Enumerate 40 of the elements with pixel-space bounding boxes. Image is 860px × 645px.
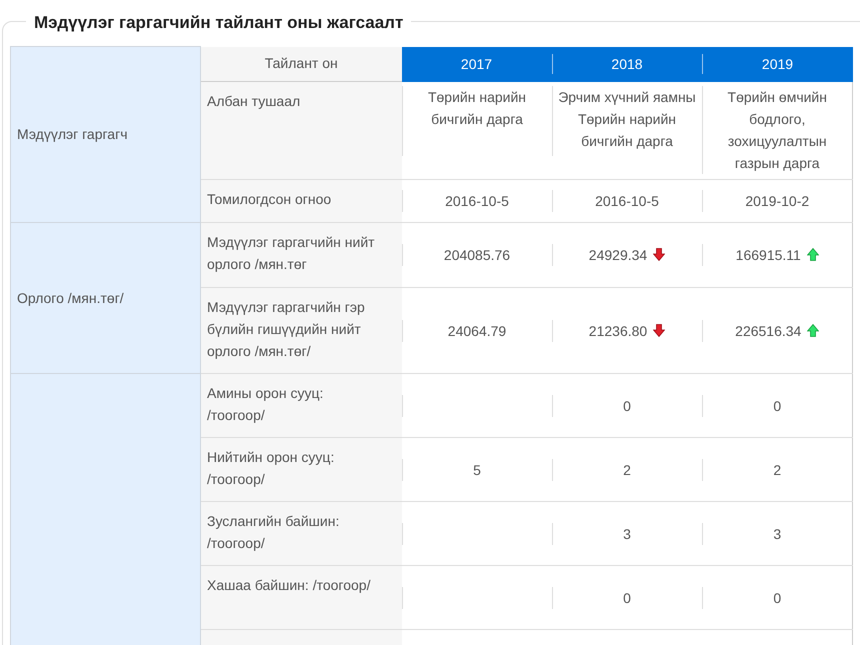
header-label-cell: Тайлант он bbox=[200, 46, 402, 82]
up-arrow-icon bbox=[807, 324, 820, 336]
year-header-cell: 2018 bbox=[552, 46, 702, 82]
value-text: 226516.34 bbox=[735, 322, 802, 338]
up-arrow-icon bbox=[806, 248, 819, 261]
value-text: 3 bbox=[623, 526, 631, 542]
value-text: 3 bbox=[773, 526, 782, 542]
group-cell: Орлого /мян.төг/ bbox=[10, 222, 200, 374]
row-label-cell: Зуслангийн байшин: /тоогоор/ bbox=[200, 502, 402, 566]
section-title: Мэдүүлэг гаргагчийн тайлант оны жагсаалт bbox=[26, 13, 412, 32]
value-text: 24064.79 bbox=[448, 322, 506, 338]
row-label-cell: Томилогдсон огноо bbox=[200, 180, 402, 222]
value-text: 0 bbox=[623, 398, 631, 414]
value-text: 0 bbox=[773, 590, 782, 606]
row-label-cell: Албан тушаал bbox=[200, 82, 402, 180]
down-arrow-icon bbox=[653, 248, 666, 261]
row-label-cell: Амины орон сууц: /тоогоор/ bbox=[200, 374, 402, 438]
position-text: Эрчим хүчний яамны Төрийн нарийн бичгийн дарга bbox=[558, 88, 696, 148]
row-label-cell: Хашаа байшин: /тоогоор/ bbox=[200, 566, 402, 630]
row-label-cell: Мэдүүлэг гаргагчийн гэр бүлийн гишүүдийн нийт орлого /мян.төг/ bbox=[200, 288, 402, 374]
value-text: 5 bbox=[473, 462, 481, 478]
position-text: Төрийн өмчийн бодлого, зохицуулалтын газрын дарга bbox=[728, 88, 827, 170]
row-label-cell: Нийтийн орон сууц: /тоогоор/ bbox=[200, 438, 402, 502]
down-arrow-icon bbox=[653, 324, 666, 336]
year-header-cell: 2019 bbox=[702, 46, 852, 82]
value-text: 2016-10-5 bbox=[445, 193, 509, 209]
value-text: 166915.11 bbox=[736, 247, 801, 263]
row-label-cell: Мэдүүлэг гаргагчийн нийт орлого /мян.төг bbox=[200, 222, 402, 288]
value-text: 2 bbox=[623, 462, 631, 478]
position-text: Төрийн нарийн бичгийн дарга bbox=[428, 88, 526, 126]
value-text: 24929.34 bbox=[588, 247, 648, 263]
value-text: 0 bbox=[773, 398, 782, 414]
value-text: 2019-10-2 bbox=[745, 193, 810, 209]
value-text: 2016-10-5 bbox=[595, 193, 659, 209]
value-text: 2 bbox=[773, 462, 782, 478]
value-text: 21236.80 bbox=[588, 322, 648, 338]
value-text: 204085.76 bbox=[444, 247, 510, 263]
year-header-cell: 2017 bbox=[402, 46, 552, 82]
group-cell: Мэдүүлэг гаргагч bbox=[10, 46, 200, 222]
value-text: 0 bbox=[623, 590, 631, 606]
